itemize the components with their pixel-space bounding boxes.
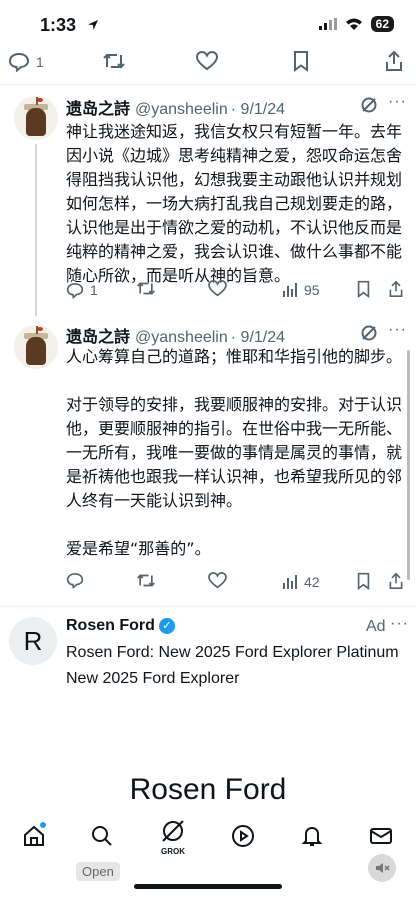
status-time: 1:33 <box>40 15 77 35</box>
bookmark-button[interactable] <box>356 280 371 301</box>
location-arrow-icon <box>86 18 100 37</box>
share-button[interactable] <box>388 572 404 593</box>
share-icon <box>386 50 402 71</box>
home-indicator <box>134 884 282 889</box>
messages-tab[interactable] <box>369 824 393 853</box>
grok-icon[interactable] <box>360 96 378 119</box>
thread-line <box>35 144 37 316</box>
author-handle[interactable]: @yansheelin <box>135 101 228 119</box>
mute-icon <box>376 863 390 873</box>
ad-header: Rosen Ford ✓ <box>66 617 175 635</box>
reply-icon <box>66 573 84 590</box>
ad-headline[interactable]: Rosen Ford: New 2025 Ford Explorer Plati… <box>66 641 399 665</box>
scrollbar[interactable] <box>407 350 410 580</box>
heart-icon <box>195 50 219 70</box>
more-options-icon[interactable]: ··· <box>388 93 407 111</box>
tweet-header: 遗岛之詩 @yansheelin · 9/1/24 <box>66 95 285 119</box>
status-icons: 62 <box>318 16 394 32</box>
avatar[interactable] <box>14 325 58 369</box>
notification-dot <box>40 822 46 828</box>
ad-avatar[interactable]: R <box>9 617 57 665</box>
tweet-text: 人心筹算自己的道路；惟耶和华指引他的脚步。 对于领导的安排，我要顺服神的安排。对… <box>66 347 403 558</box>
avatar[interactable] <box>14 96 58 140</box>
views-count: 95 <box>304 282 320 298</box>
grok-icon[interactable] <box>360 324 378 347</box>
reply-button[interactable]: 1 <box>8 52 44 72</box>
retweet-icon <box>137 574 155 587</box>
home-tab[interactable] <box>22 822 46 853</box>
signal-icon <box>318 18 337 30</box>
bookmark-icon <box>357 572 370 590</box>
reply-count: 1 <box>36 54 44 70</box>
retweet-icon <box>103 53 125 68</box>
share-icon <box>389 280 403 297</box>
notifications-tab[interactable] <box>300 824 324 853</box>
grok-tab[interactable]: GROK <box>158 818 188 856</box>
bookmark-button[interactable] <box>356 572 371 593</box>
search-tab[interactable] <box>90 824 114 853</box>
divider <box>0 84 416 85</box>
more-options-icon[interactable]: ··· <box>390 615 409 633</box>
tweet-date[interactable]: · 9/1/24 <box>231 101 285 119</box>
views-count: 42 <box>304 574 320 590</box>
bell-icon <box>301 826 323 846</box>
views-icon <box>283 283 297 297</box>
mail-icon <box>370 828 392 844</box>
retweet-button[interactable] <box>102 51 126 74</box>
grok-icon <box>162 820 184 842</box>
verified-badge-icon: ✓ <box>158 617 175 634</box>
advertiser-name[interactable]: Rosen Ford <box>66 617 155 634</box>
reply-count: 1 <box>90 282 98 298</box>
top-action-row: 1 <box>8 50 408 74</box>
views-button[interactable]: 95 <box>282 282 320 298</box>
reply-icon <box>66 282 84 299</box>
share-button[interactable] <box>384 50 404 75</box>
reply-button[interactable]: 1 <box>66 282 98 299</box>
views-button[interactable]: 42 <box>282 574 320 590</box>
battery-indicator: 62 <box>370 16 394 32</box>
tweet-action-row: 1 95 <box>66 279 406 301</box>
divider <box>0 606 416 607</box>
views-icon <box>283 575 297 589</box>
mute-button[interactable] <box>368 854 396 882</box>
like-button[interactable] <box>195 50 219 74</box>
ad-brand-title[interactable]: Rosen Ford <box>0 773 416 807</box>
retweet-button[interactable] <box>136 280 156 300</box>
share-button[interactable] <box>388 280 404 301</box>
heart-icon <box>208 571 227 589</box>
ad-subtitle[interactable]: New 2025 Ford Explorer <box>66 667 239 691</box>
bookmark-icon <box>294 50 308 72</box>
search-icon <box>92 826 112 846</box>
bookmark-icon <box>357 280 370 298</box>
bottom-nav: GROK <box>0 806 416 866</box>
share-icon <box>389 572 403 589</box>
author-name[interactable]: 遗岛之詩 <box>66 323 130 347</box>
heart-icon <box>208 279 227 297</box>
tweet-action-row: 42 <box>66 571 406 593</box>
more-options-icon[interactable]: ··· <box>388 321 407 339</box>
wifi-icon <box>345 18 362 30</box>
tweet-text: 神让我迷途知返，我信女权只有短暂一年。去年因小说《边城》思考纯精神之爱，怨叹命运… <box>66 122 403 285</box>
author-name[interactable]: 遗岛之詩 <box>66 95 130 119</box>
grok-label: GROK <box>161 847 185 856</box>
play-icon <box>232 825 254 847</box>
reply-icon <box>8 52 30 72</box>
ad-label: Ad <box>366 618 386 635</box>
like-button[interactable] <box>208 279 227 300</box>
bookmark-button[interactable] <box>292 50 310 75</box>
like-button[interactable] <box>208 571 227 592</box>
retweet-icon <box>137 282 155 295</box>
open-chip[interactable]: Open <box>76 862 120 881</box>
reply-button[interactable] <box>66 572 84 592</box>
retweet-button[interactable] <box>136 572 156 592</box>
tweet-header: 遗岛之詩 @yansheelin · 9/1/24 <box>66 323 285 347</box>
video-tab[interactable] <box>231 824 255 853</box>
